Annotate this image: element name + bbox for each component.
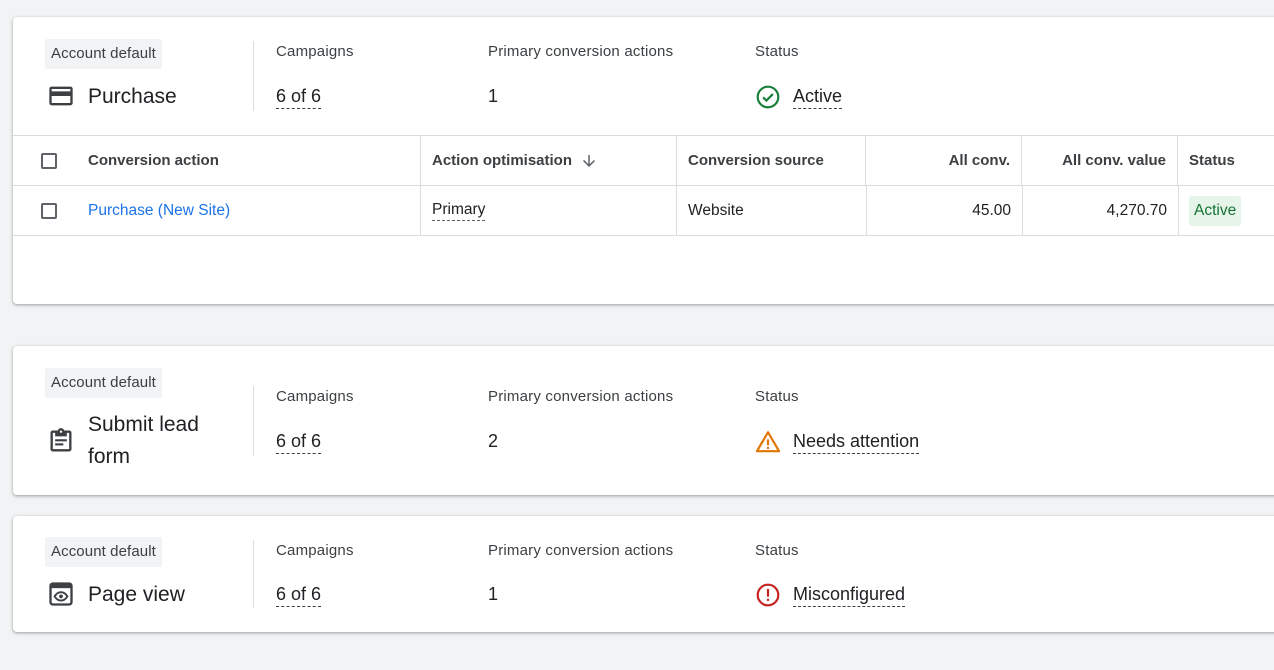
account-default-badge: Account default: [45, 39, 162, 69]
column-separator: [420, 186, 421, 235]
campaigns-label: Campaigns: [276, 542, 354, 559]
campaigns-label: Campaigns: [276, 388, 354, 405]
column-separator: [676, 136, 677, 185]
goal-name-line-2: form: [88, 445, 130, 468]
goal-name: Purchase: [88, 85, 177, 108]
status-label: Status: [755, 542, 799, 559]
status-badge: Active: [1189, 195, 1242, 226]
header-divider: [253, 41, 254, 111]
campaigns-value[interactable]: 6 of 6: [276, 431, 322, 454]
primary-conversion-actions-label: Primary conversion actions: [488, 388, 674, 405]
account-default-badge: Account default: [45, 368, 162, 398]
warning-icon: [755, 431, 781, 453]
column-separator: [1178, 186, 1179, 235]
check-circle-icon: [756, 85, 780, 109]
primary-conversion-actions-label: Primary conversion actions: [488, 43, 674, 60]
action-optimisation-value[interactable]: Primary: [432, 201, 486, 221]
campaigns-value[interactable]: 6 of 6: [276, 584, 322, 607]
primary-conversion-actions-label: Primary conversion actions: [488, 542, 674, 559]
goal-card-purchase: Account default Purchase Campaigns 6 of …: [13, 17, 1274, 304]
row-checkbox[interactable]: [41, 202, 57, 219]
goal-card-submit-lead-form: Account default Submit lead form Campaig…: [13, 346, 1274, 495]
column-separator: [1021, 136, 1022, 185]
status-value[interactable]: Active: [793, 86, 843, 109]
campaigns-label: Campaigns: [276, 43, 354, 60]
header-divider: [253, 540, 254, 608]
conversion-action-cell: Purchase (New Site): [88, 186, 230, 235]
header-divider: [253, 386, 254, 456]
table-row: Purchase (New Site) Primary Website 45.0…: [13, 186, 1274, 236]
status-value[interactable]: Needs attention: [793, 431, 920, 454]
conversion-source-value: Website: [688, 201, 744, 219]
status-label: Status: [755, 43, 799, 60]
action-optimisation-cell: Primary: [432, 186, 486, 235]
all-conv-value: 45.00: [972, 201, 1011, 219]
header-conversion-source[interactable]: Conversion source: [688, 136, 824, 185]
arrow-down-icon: [583, 154, 595, 167]
conversion-action-link[interactable]: Purchase (New Site): [88, 202, 230, 220]
column-separator: [1022, 186, 1023, 235]
clipboard-icon: [50, 428, 72, 452]
column-separator: [420, 136, 421, 185]
goal-name-line-1: Submit lead: [88, 413, 199, 436]
account-default-badge: Account default: [45, 537, 162, 567]
browser-eye-icon: [49, 582, 73, 606]
row-select-cell: [41, 186, 57, 235]
header-status[interactable]: Status: [1189, 136, 1235, 185]
table-header-row: Conversion action Action optimisation Co…: [13, 136, 1274, 186]
column-separator: [1177, 136, 1178, 185]
header-conversion-action[interactable]: Conversion action: [88, 136, 219, 185]
column-separator: [865, 136, 866, 185]
goal-card-page-view: Account default Page view Campaigns 6 of…: [13, 516, 1274, 632]
column-separator: [676, 186, 677, 235]
row-status-cell: Active: [1189, 186, 1242, 235]
campaigns-value[interactable]: 6 of 6: [276, 86, 322, 109]
header-all-conv-value[interactable]: All conv. value: [1029, 136, 1166, 185]
header-action-optimisation[interactable]: Action optimisation: [432, 136, 598, 185]
status-value[interactable]: Misconfigured: [793, 584, 906, 607]
conversion-actions-table: Conversion action Action optimisation Co…: [13, 135, 1274, 236]
credit-card-icon: [49, 86, 73, 106]
column-separator: [866, 186, 867, 235]
header-all-conv[interactable]: All conv.: [873, 136, 1010, 185]
select-all-checkbox[interactable]: [41, 152, 57, 169]
primary-conversion-actions-value: 1: [488, 584, 499, 604]
select-all-cell: [41, 136, 57, 185]
header-action-optimisation-label: Action optimisation: [432, 152, 572, 169]
error-circle-icon: [756, 583, 780, 607]
primary-conversion-actions-value: 1: [488, 86, 499, 106]
status-label: Status: [755, 388, 799, 405]
primary-conversion-actions-value: 2: [488, 431, 499, 451]
all-conv-value-amount: 4,270.70: [1106, 201, 1167, 219]
goal-name: Page view: [88, 583, 185, 606]
